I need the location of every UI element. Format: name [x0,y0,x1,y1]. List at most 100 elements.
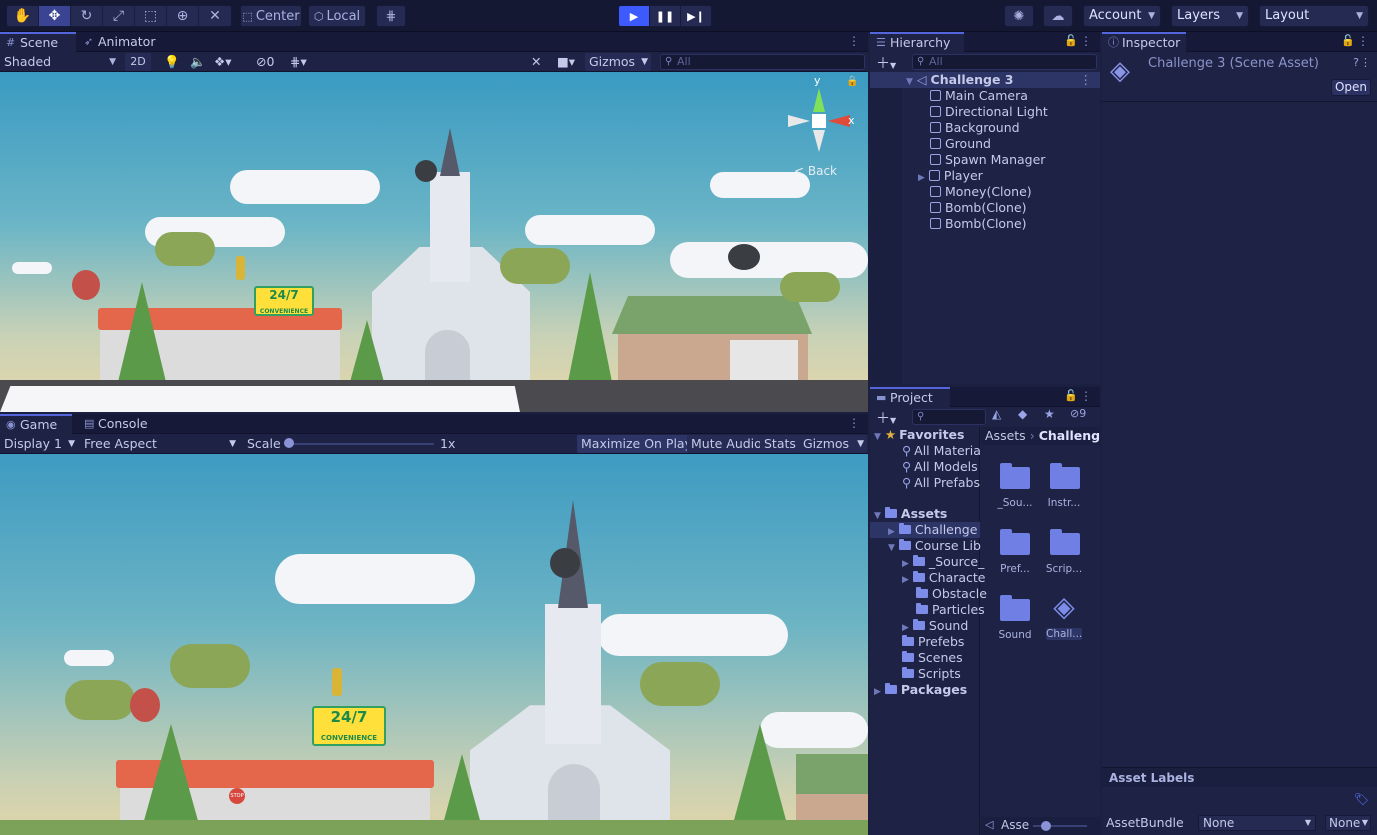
layout-dropdown[interactable]: Layout ▼ [1259,5,1369,27]
back-view-button[interactable]: < Back [794,164,837,178]
folder-icon[interactable] [1000,463,1030,489]
hierarchy-item[interactable]: Ground [930,136,991,152]
rotate-tool-icon[interactable]: ↻ [71,6,103,26]
game-viewport[interactable]: 24/7 CONVENIENCE STOP [0,454,868,835]
audio-toggle-icon[interactable]: 🔈 [186,53,210,71]
kebab-menu-icon[interactable]: ⋮ [1357,34,1369,48]
grid-snap-button[interactable]: ⋕ [376,5,406,27]
account-dropdown[interactable]: Account ▼ [1083,5,1161,27]
help-icon[interactable]: ? [1353,56,1359,69]
hierarchy-item[interactable]: Bomb(Clone) [930,216,1027,232]
aspect-dropdown[interactable]: Free Aspect ▼ [80,435,240,453]
hierarchy-item[interactable]: Spawn Manager [930,152,1045,168]
camera-icon[interactable]: ■▾ [553,53,579,71]
lighting-toggle-icon[interactable]: 💡 [160,53,184,71]
tab-animator[interactable]: ➶ Animator [78,32,163,52]
play-button[interactable]: ▶ [618,5,650,27]
folder-scenes[interactable]: Scenes [902,650,963,666]
kebab-menu-icon[interactable]: ⋮ [1360,56,1371,69]
lock-icon[interactable]: 🔒 [846,76,858,87]
cloud-button[interactable]: ☁ [1043,5,1073,27]
kebab-menu-icon[interactable]: ⋮ [848,34,860,48]
move-tool-icon[interactable]: ✥ [39,6,71,26]
tab-inspector[interactable]: ⓘ Inspector [1102,32,1186,52]
unity-scene-icon[interactable]: ◈ [1048,591,1080,623]
mute-audio-toggle[interactable]: Mute Audio [687,435,766,453]
kebab-menu-icon[interactable]: ⋮ [848,416,860,430]
folder-particles[interactable]: Particles [916,602,985,618]
gizmos-toggle[interactable]: Gizmos ▼ [799,435,867,453]
grid-toggle-icon[interactable]: ⋕▾ [286,53,311,71]
pivot-local-button[interactable]: ⬡ Local [308,5,366,27]
kebab-menu-icon[interactable]: ⋮ [1080,72,1093,88]
tab-hierarchy[interactable]: ☰ Hierarchy [870,32,964,52]
hierarchy-item[interactable]: Directional Light [930,104,1048,120]
project-search-input[interactable]: ⚲ [912,409,986,425]
rect-tool-icon[interactable]: ⬚ [135,6,167,26]
folder-icon[interactable] [1000,595,1030,621]
assetbundle-dropdown[interactable]: None ▼ [1198,815,1316,831]
add-object-button[interactable]: ＋▼ [876,53,896,73]
breadcrumb-challenge[interactable]: Challenge [1039,428,1100,443]
folder-sound[interactable]: ▶ Sound [902,618,968,634]
shading-mode-dropdown[interactable]: Shaded ▼ [0,53,120,71]
scene-gizmo-x-axis[interactable] [828,115,850,127]
layers-dropdown[interactable]: Layers ▼ [1171,5,1249,27]
tools-icon[interactable]: ✕ [527,53,545,71]
kebab-menu-icon[interactable]: ⋮ [1080,389,1092,403]
filter-label-icon[interactable]: ◆ [1018,407,1027,421]
tab-scene[interactable]: # Scene [0,32,76,52]
pivot-center-button[interactable]: ⬚ Center [240,5,302,27]
folder-icon[interactable] [1050,463,1080,489]
scale-slider-handle[interactable] [284,438,294,448]
scene-gizmo-neg-y[interactable] [813,130,825,152]
lock-icon[interactable]: 🔓 [1064,34,1078,47]
favorite-item[interactable]: ⚲ All Materia [902,443,981,459]
services-button[interactable]: ✺ [1004,5,1034,27]
kebab-menu-icon[interactable]: ⋮ [1080,34,1092,48]
hierarchy-search-input[interactable]: ⚲ All [912,54,1097,70]
expand-arrow-icon[interactable]: ▶ [918,173,925,183]
label-tag-icon[interactable]: 🏷 [1354,792,1369,806]
scene-gizmo-center[interactable] [812,114,826,128]
variant-dropdown[interactable]: None ▼ [1325,815,1371,831]
breadcrumb-assets[interactable]: Assets [985,428,1026,443]
folder-prefebs[interactable]: Prefebs [902,634,964,650]
scene-viewport[interactable]: 24/7 CONVENIENCE y x 🔒 < Back [0,72,868,412]
lock-icon[interactable]: 🔓 [1064,389,1078,402]
tab-game[interactable]: ◉ Game [0,414,72,434]
pause-button[interactable]: ❚❚ [649,5,681,27]
hidden-packages-toggle[interactable]: ⊘9 [1070,407,1086,420]
open-button[interactable]: Open [1331,79,1371,96]
folder-icon[interactable] [1000,529,1030,555]
asset-labels-header[interactable]: Asset Labels [1102,767,1377,787]
favorite-star-icon[interactable]: ★ [1044,407,1055,421]
hierarchy-item[interactable]: Background [930,120,1020,136]
display-dropdown[interactable]: Display 1 ▼ [0,435,78,453]
folder-scripts[interactable]: Scripts [902,666,961,682]
maximize-on-play-toggle[interactable]: Maximize On Play [577,435,696,453]
assets-root[interactable]: ▼ Assets [874,506,947,522]
gizmos-dropdown[interactable]: Gizmos ▼ [585,53,651,71]
scale-tool-icon[interactable]: ⤢ [103,6,135,26]
scene-search-input[interactable]: ⚲ All [660,54,865,70]
hierarchy-item[interactable]: Bomb(Clone) [930,200,1027,216]
favorite-item[interactable]: ⚲ All Models [902,459,978,475]
tab-project[interactable]: ▬ Project [870,387,950,407]
lock-icon[interactable]: 🔓 [1341,34,1355,47]
hierarchy-scene-row[interactable]: ▼ ◁ Challenge 3 ⋮ [870,72,1100,88]
hidden-objects-toggle[interactable]: ⊘0 [252,53,278,71]
folder-challenge[interactable]: ▶ Challenge [870,522,980,538]
packages-root[interactable]: ▶ Packages [874,682,967,698]
scene-gizmo-neg-x[interactable] [788,115,810,127]
scale-slider-track[interactable] [286,443,434,445]
icon-size-slider-handle[interactable] [1041,821,1051,831]
step-button[interactable]: ▶❙ [680,5,712,27]
hierarchy-item[interactable]: ▶ Player [918,168,983,184]
stats-toggle[interactable]: Stats [760,435,800,453]
hierarchy-item[interactable]: Money(Clone) [930,184,1032,200]
custom-tool-icon[interactable]: ✕ [199,6,231,26]
filter-type-icon[interactable]: ◭ [992,407,1001,421]
transform-tool-icon[interactable]: ⊕ [167,6,199,26]
folder-characters[interactable]: ▶ Characte [902,570,986,586]
